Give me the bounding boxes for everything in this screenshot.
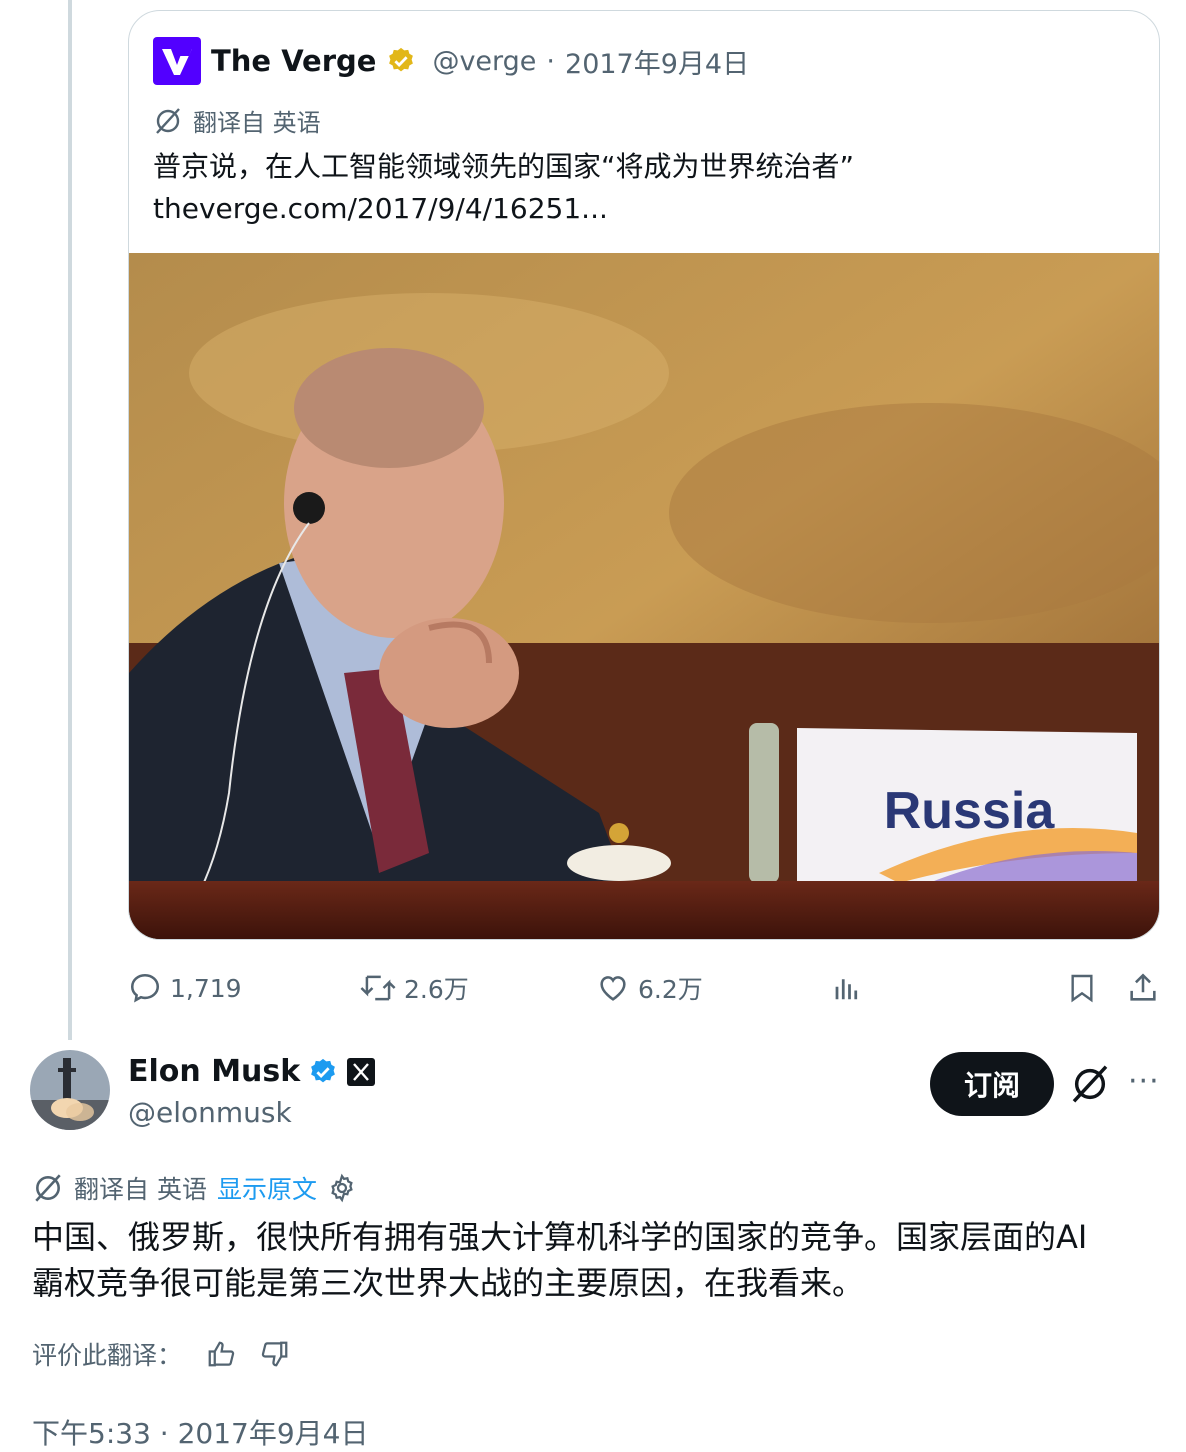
tweet-text-line: 霸权竞争很可能是第三次世界大战的主要原因，在我看来。: [32, 1264, 865, 1302]
reply-icon: [130, 973, 160, 1003]
main-tweet-text: 中国、俄罗斯，很快所有拥有强大计算机科学的国家的竞争。国家层面的AI 霸权竞争很…: [32, 1214, 1162, 1306]
verified-gold-badge-icon: [389, 47, 414, 72]
x-affiliate-badge-icon[interactable]: [346, 1057, 376, 1087]
quoted-handle[interactable]: @verge: [432, 46, 536, 77]
russia-placard: Russia: [797, 728, 1137, 883]
rate-translation-row: 评价此翻译：: [32, 1336, 290, 1372]
thread-connector-line: [68, 0, 72, 1040]
verified-blue-badge-icon: [311, 1058, 336, 1082]
repost-button[interactable]: 2.6万: [360, 962, 469, 1014]
grok-button[interactable]: [1070, 1064, 1110, 1108]
gear-icon[interactable]: [327, 1173, 357, 1203]
quoted-author-name[interactable]: The Verge: [211, 44, 376, 78]
author-name-row: Elon Musk: [128, 1054, 376, 1089]
meta-separator: ·: [546, 45, 556, 77]
author-name[interactable]: Elon Musk: [128, 1054, 300, 1089]
tweet-actions-bar: 1,719 2.6万 6.2万: [128, 962, 1162, 1014]
grok-translate-icon: [156, 107, 180, 134]
rate-translation-label: 评价此翻译：: [32, 1341, 183, 1370]
quoted-link[interactable]: theverge.com/2017/9/4/16251...: [153, 188, 854, 230]
views-icon: [835, 979, 858, 1000]
quoted-tweet-header: The Verge @verge · 2017年9月4日: [153, 37, 749, 85]
bookmark-icon: [1071, 974, 1093, 1003]
quoted-date[interactable]: 2017年9月4日: [565, 42, 749, 81]
like-count: 6.2万: [638, 975, 703, 1004]
thumbs-down-icon[interactable]: [260, 1339, 290, 1369]
main-translation-row: 翻译自 英语 显示原文: [32, 1170, 357, 1206]
show-original-link[interactable]: 显示原文: [217, 1170, 317, 1206]
grok-translate-icon: [35, 1174, 61, 1202]
grok-icon: [1072, 1065, 1108, 1103]
reply-button[interactable]: 1,719: [128, 962, 242, 1014]
tweet-text-line: 中国、俄罗斯，很快所有拥有强大计算机科学的国家的竞争。国家层面的AI: [32, 1218, 1088, 1256]
quoted-translation-label: 翻译自 英语: [193, 109, 321, 137]
share-button[interactable]: [1126, 962, 1160, 1014]
views-button[interactable]: [832, 962, 862, 1014]
share-icon: [1130, 973, 1156, 1001]
quoted-tweet-card[interactable]: The Verge @verge · 2017年9月4日 翻译自 英语 普京说，…: [128, 10, 1160, 940]
main-tweet-author: Elon Musk @elonmusk 订阅 ···: [30, 1050, 1170, 1140]
verge-logo-icon[interactable]: [153, 37, 201, 85]
tweet-timestamp[interactable]: 下午5:33 · 2017年9月4日: [32, 1412, 368, 1452]
repost-icon: [360, 975, 396, 1001]
avatar[interactable]: [30, 1050, 110, 1130]
translation-label: 翻译自 英语: [74, 1175, 207, 1204]
quoted-tweet-text: 普京说，在人工智能领域领先的国家“将成为世界统治者” theverge.com/…: [153, 146, 854, 230]
more-options-icon[interactable]: ···: [1128, 1064, 1160, 1099]
quoted-text-line: 普京说，在人工智能领域领先的国家“将成为世界统治者”: [153, 150, 855, 183]
quoted-translation-row: 翻译自 英语: [153, 103, 321, 138]
subscribe-button[interactable]: 订阅: [930, 1052, 1054, 1116]
bookmark-button[interactable]: [1066, 962, 1098, 1014]
author-handle[interactable]: @elonmusk: [128, 1096, 292, 1129]
quoted-tweet-image[interactable]: Russia: [129, 253, 1159, 939]
like-icon: [600, 976, 626, 1001]
reply-count: 1,719: [170, 973, 242, 1003]
like-button[interactable]: 6.2万: [596, 962, 703, 1014]
thumbs-up-icon[interactable]: [206, 1339, 236, 1369]
repost-count: 2.6万: [404, 975, 469, 1004]
